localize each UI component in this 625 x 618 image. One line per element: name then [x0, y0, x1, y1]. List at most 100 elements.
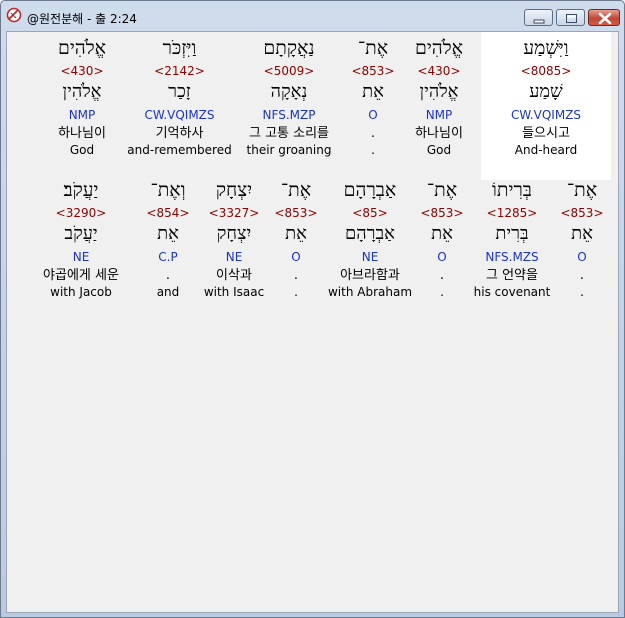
strong-number[interactable]: <853>	[269, 206, 323, 222]
hebrew-word: אֶת־	[280, 179, 312, 201]
strong-number[interactable]: <3290>	[25, 206, 137, 222]
korean-translation: 기억하사	[155, 126, 204, 141]
morphology-code: C.P	[158, 250, 178, 264]
morphology-code: CW.VQIMZS	[510, 108, 582, 122]
interlinear-panel[interactable]: וַיִּשְׁמַע <8085> שָׁמַע CW.VQIMZS 들으시고…	[6, 31, 619, 613]
lemma: אֱלֹהִין	[419, 81, 459, 102]
lemma: שָׁמַע	[529, 81, 563, 102]
word-cell[interactable]: אֶת־ <853> אֵת O . .	[269, 180, 323, 299]
strong-number[interactable]: <2142>	[127, 64, 232, 80]
lemma: בְּרִית	[495, 223, 529, 244]
korean-translation: 들으시고	[522, 126, 570, 141]
minimize-icon	[533, 19, 545, 24]
word-cell[interactable]: וְאֶת־ <854> אֵת C.P . and	[137, 180, 199, 299]
title-bar[interactable]: @원전분해 - 출 2:24	[1, 1, 624, 31]
strong-number[interactable]: <1285>	[467, 206, 557, 222]
lemma: אֱלֹהִין	[62, 81, 102, 102]
word-cell[interactable]: אֶת־ <853> אֵת O . .	[555, 180, 609, 299]
hebrew-word: נַאֲקָתָם	[263, 37, 315, 59]
english-gloss: God	[426, 143, 452, 157]
word-cell[interactable]: וַיִּשְׁמַע <8085> שָׁמַע CW.VQIMZS 들으시고…	[481, 32, 611, 180]
word-cell[interactable]: וַיִּזְכֹּר <2142> זָכַר CW.VQIMZS 기억하사 …	[127, 32, 232, 157]
hebrew-word: יַעֲקֹב׃	[63, 179, 99, 201]
word-cell[interactable]: אַבְרָהָם <85> אַבְרָהָם NE 아브라함과 with A…	[325, 180, 415, 299]
minimize-button[interactable]	[524, 9, 553, 26]
hebrew-word: אֱלֹהִים	[414, 37, 464, 59]
english-gloss: And-heard	[514, 143, 578, 157]
korean-translation: .	[370, 126, 376, 141]
lemma: אֵת	[285, 223, 307, 244]
maximize-icon	[566, 14, 577, 23]
morphology-code: O	[437, 250, 447, 264]
hebrew-word: אֶת־	[566, 179, 598, 201]
strong-number[interactable]: <3327>	[199, 206, 269, 222]
strong-number[interactable]: <853>	[343, 64, 403, 80]
strong-number[interactable]: <853>	[555, 206, 609, 222]
hebrew-word: אֱלֹהִים	[57, 37, 107, 59]
hebrew-word: יִצְחָק	[215, 179, 253, 201]
close-icon	[598, 12, 612, 25]
korean-translation: 아브라함과	[340, 268, 400, 283]
morphology-code: O	[577, 250, 587, 264]
word-cell[interactable]: אֶת־ <853> אֵת O . .	[343, 32, 403, 157]
close-button[interactable]	[588, 9, 620, 26]
lemma: יַעֲקֹב	[64, 223, 98, 244]
english-gloss: .	[440, 285, 444, 299]
word-cell[interactable]: אֶת־ <853> אֵת O . .	[415, 180, 469, 299]
lemma: אֵת	[431, 223, 453, 244]
korean-translation: .	[165, 268, 171, 283]
hebrew-word: בְּרִיתוֹ	[492, 179, 532, 201]
korean-translation: .	[439, 268, 445, 283]
korean-translation: 그 언약을	[486, 268, 538, 283]
strong-number[interactable]: <430>	[399, 64, 479, 80]
morphology-code: CW.VQIMZS	[144, 108, 215, 122]
hebrew-word: אֶת־	[357, 37, 389, 59]
strong-number[interactable]: <853>	[415, 206, 469, 222]
korean-translation: .	[579, 268, 585, 283]
strong-number[interactable]: <8085>	[481, 64, 611, 80]
morphology-code: NE	[225, 250, 243, 264]
english-gloss: .	[294, 285, 298, 299]
word-cell[interactable]: בְּרִיתוֹ <1285> בְּרִית NFS.MZS 그 언약을 h…	[467, 180, 557, 299]
english-gloss: their groaning	[246, 143, 332, 157]
korean-translation: 하나님이	[58, 126, 106, 141]
word-cell[interactable]: אֱלֹהִים <430> אֱלֹהִין NMP 하나님이 God	[39, 32, 125, 157]
strong-number[interactable]: <854>	[137, 206, 199, 222]
hebrew-word: וַיִּזְכֹּר	[162, 37, 197, 59]
word-cell[interactable]: נַאֲקָתָם <5009> נְאָקָה NFS.MZP 그 고통 소리…	[236, 32, 342, 157]
english-gloss: and-remembered	[127, 143, 232, 157]
english-gloss: and	[156, 285, 180, 299]
english-gloss: with Isaac	[203, 285, 265, 299]
morphology-code: O	[368, 108, 378, 122]
word-cell[interactable]: יַעֲקֹב׃ <3290> יַעֲקֹב NE 야곱에게 세운 with …	[25, 180, 137, 299]
lemma: אֵת	[571, 223, 593, 244]
lemma: יִצְחָק	[216, 223, 252, 244]
strong-number[interactable]: <5009>	[236, 64, 342, 80]
strong-number[interactable]: <85>	[325, 206, 415, 222]
hebrew-word: אֶת־	[426, 179, 458, 201]
morphology-code: NFS.MZP	[262, 108, 316, 122]
word-cell[interactable]: יִצְחָק <3327> יִצְחָק NE 이삭과 with Isaac	[199, 180, 269, 299]
english-gloss: his covenant	[473, 285, 551, 299]
korean-translation: .	[293, 268, 299, 283]
morphology-code: NMP	[425, 108, 453, 122]
morphology-code: NMP	[68, 108, 96, 122]
morphology-code: NE	[72, 250, 90, 264]
lemma: אַבְרָהָם	[345, 223, 395, 244]
word-cell[interactable]: אֱלֹהִים <430> אֱלֹהִין NMP 하나님이 God	[399, 32, 479, 157]
morphology-code: NE	[361, 250, 379, 264]
strong-number[interactable]: <430>	[39, 64, 125, 80]
app-window: @원전분해 - 출 2:24 וַיִּשְׁמַע <8085> שָׁמַע…	[0, 0, 625, 618]
korean-translation: 하나님이	[415, 126, 463, 141]
lemma: אֵת	[362, 81, 384, 102]
morphology-code: NFS.MZS	[485, 250, 539, 264]
maximize-button[interactable]	[556, 9, 585, 26]
lemma: נְאָקָה	[270, 81, 308, 102]
english-gloss: with Jacob	[50, 285, 112, 299]
korean-translation: 이삭과	[216, 268, 252, 283]
english-gloss: .	[371, 143, 375, 157]
hebrew-word: וַיִּשְׁמַע	[523, 37, 569, 59]
english-gloss: with Abraham	[327, 285, 413, 299]
lemma: זָכַר	[168, 81, 191, 102]
english-gloss: God	[69, 143, 95, 157]
